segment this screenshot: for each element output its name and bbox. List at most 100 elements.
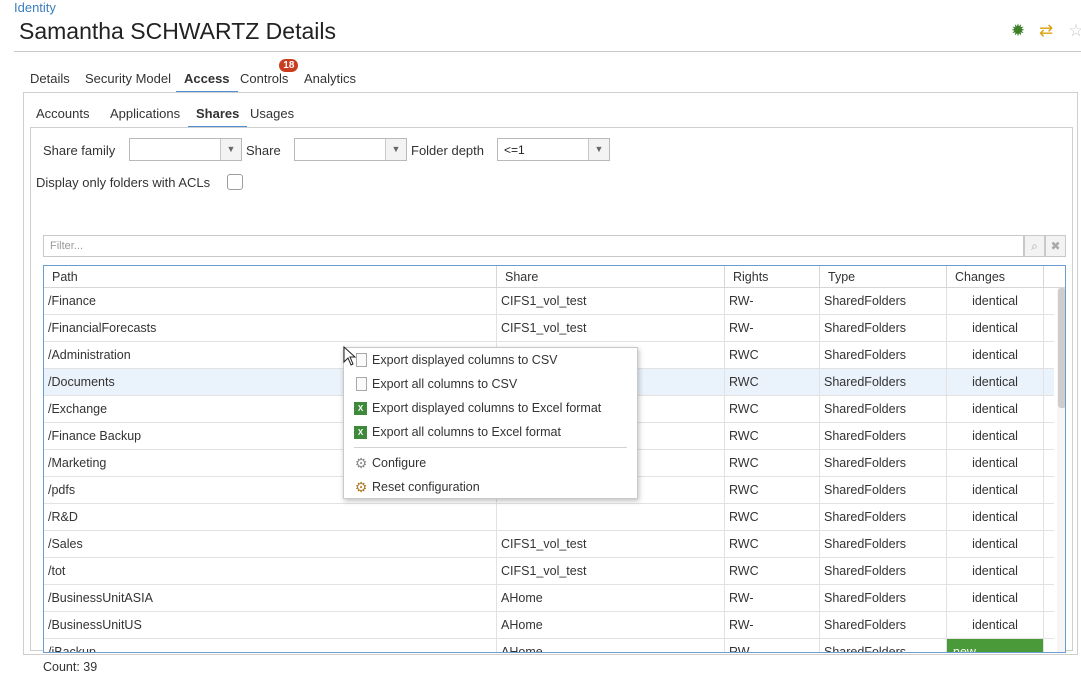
menu-item-label: Export displayed columns to Excel format (372, 401, 602, 415)
chevron-down-icon[interactable]: ▼ (385, 139, 406, 160)
chevron-down-icon[interactable]: ▼ (220, 139, 241, 160)
row-count: Count: 39 (43, 660, 98, 674)
tab-security-model[interactable]: Security Model (77, 66, 179, 91)
excel-icon: X (354, 426, 367, 439)
menu-item-label: Configure (372, 456, 427, 470)
tab-analytics[interactable]: Analytics (296, 66, 364, 91)
cell-path: /BusinessUnitASIA (44, 585, 497, 612)
table-row[interactable]: /FinancialForecasts CIFS1_vol_test RW- Shar… (44, 315, 1054, 342)
cell-changes: identical (947, 558, 1044, 585)
folder-depth-value: <=1 (504, 143, 525, 157)
tab-label: Controls (240, 71, 289, 86)
cell-changes: identical (947, 369, 1044, 396)
tab-label: Usages (250, 106, 295, 121)
column-header-changes[interactable]: Changes (947, 266, 1044, 288)
share-family-select[interactable]: ▼ (129, 138, 242, 161)
cell-changes: identical (947, 450, 1044, 477)
cell-type: SharedFolders (820, 504, 947, 531)
table-row[interactable]: /Finance CIFS1_vol_test RW- SharedFolders id… (44, 288, 1054, 315)
table-row[interactable]: /tot CIFS1_vol_test RWC SharedFolders identi… (44, 558, 1054, 585)
cell-rights: RWC (725, 450, 820, 477)
menu-item-configure[interactable]: ⚙ Configure (344, 452, 637, 474)
acl-filter-label: Display only folders with ACLs (36, 175, 211, 190)
cell-changes: identical (947, 315, 1044, 342)
tab-label: Details (30, 71, 70, 86)
menu-item-export-displayed-csv[interactable]: Export displayed columns to CSV (344, 349, 637, 371)
title-divider (14, 51, 1081, 52)
cell-changes: identical (947, 342, 1044, 369)
tab-details[interactable]: Details (22, 66, 78, 91)
menu-item-export-displayed-excel[interactable]: X Export displayed columns to Excel form… (344, 397, 637, 419)
sync-icon[interactable]: ⇄ (1035, 20, 1057, 42)
vertical-scrollbar[interactable] (1057, 288, 1065, 652)
menu-item-label: Export all columns to CSV (372, 377, 518, 391)
filter-placeholder: Filter... (50, 240, 84, 252)
document-icon (356, 353, 367, 367)
cell-path: /BusinessUnitUS (44, 612, 497, 639)
table-row[interactable]: /BusinessUnitASIA AHome RW- SharedFolders id… (44, 585, 1054, 612)
cell-rights: RW- (725, 315, 820, 342)
tab-controls[interactable]: Controls 18 (232, 59, 299, 91)
scrollbar-thumb[interactable] (1058, 288, 1065, 408)
cell-type: SharedFolders (820, 450, 947, 477)
cell-type: SharedFolders (820, 396, 947, 423)
cell-type: SharedFolders (820, 369, 947, 396)
cell-share: CIFS1_vol_test (497, 315, 725, 342)
tab-usages[interactable]: Usages (242, 101, 302, 126)
cell-share: CIFS1_vol_test (497, 288, 725, 315)
mouse-cursor-icon (343, 346, 357, 366)
tab-applications[interactable]: Applications (102, 101, 188, 126)
column-header-rights[interactable]: Rights (725, 266, 820, 288)
filter-input[interactable]: Filter... (43, 235, 1024, 257)
menu-item-export-all-excel[interactable]: X Export all columns to Excel format (344, 421, 637, 443)
cell-changes: identical (947, 531, 1044, 558)
folder-depth-select[interactable]: <=1 ▼ (497, 138, 610, 161)
menu-item-label: Reset configuration (372, 480, 480, 494)
clear-icon[interactable]: ✖ (1045, 235, 1066, 257)
cell-type: SharedFolders (820, 315, 947, 342)
breadcrumb[interactable]: Identity (14, 0, 56, 15)
column-header-share[interactable]: Share (497, 266, 725, 288)
page-title: Samantha SCHWARTZ Details (19, 18, 336, 44)
tab-label: Analytics (304, 71, 357, 86)
table-row[interactable]: /BusinessUnitUS AHome RW- SharedFolders iden… (44, 612, 1054, 639)
cell-type: SharedFolders (820, 288, 947, 315)
table-row[interactable]: /R&D RWC SharedFolders identical (44, 504, 1054, 531)
menu-item-export-all-csv[interactable]: Export all columns to CSV (344, 373, 637, 395)
tab-shares[interactable]: Shares (188, 101, 248, 128)
table-row[interactable]: /iBackup AHome RW- SharedFolders new (44, 639, 1054, 652)
cell-type: SharedFolders (820, 477, 947, 504)
menu-item-reset-configuration[interactable]: ⚙ Reset configuration (344, 476, 637, 498)
cell-changes: identical (947, 612, 1044, 639)
cell-rights: RW- (725, 288, 820, 315)
menu-item-label: Export all columns to Excel format (372, 425, 561, 439)
search-icon[interactable]: ⌕ (1024, 235, 1045, 257)
cell-share: AHome (497, 639, 725, 652)
cell-path: /iBackup (44, 639, 497, 652)
column-header-type[interactable]: Type (820, 266, 947, 288)
bug-icon[interactable]: ✹ (1007, 20, 1029, 42)
cell-type: SharedFolders (820, 423, 947, 450)
table-row[interactable]: /Sales CIFS1_vol_test RWC SharedFolders iden… (44, 531, 1054, 558)
cell-rights: RWC (725, 423, 820, 450)
menu-separator (354, 447, 627, 448)
cell-rights: RWC (725, 531, 820, 558)
cell-rights: RWC (725, 369, 820, 396)
excel-icon: X (354, 402, 367, 415)
share-select[interactable]: ▼ (294, 138, 407, 161)
cell-type: SharedFolders (820, 585, 947, 612)
star-icon[interactable]: ☆ (1065, 20, 1081, 42)
acl-filter-checkbox[interactable] (227, 174, 243, 190)
cell-rights: RW- (725, 585, 820, 612)
cell-path: /tot (44, 558, 497, 585)
cell-rights: RWC (725, 342, 820, 369)
tab-access[interactable]: Access (176, 66, 238, 93)
cell-path: /R&D (44, 504, 497, 531)
tab-accounts[interactable]: Accounts (28, 101, 97, 126)
column-header-path[interactable]: Path (44, 266, 497, 288)
cell-type: SharedFolders (820, 612, 947, 639)
tab-label: Shares (196, 106, 240, 121)
cell-path: /FinancialForecasts (44, 315, 497, 342)
chevron-down-icon[interactable]: ▼ (588, 139, 609, 160)
cell-type: SharedFolders (820, 639, 947, 652)
